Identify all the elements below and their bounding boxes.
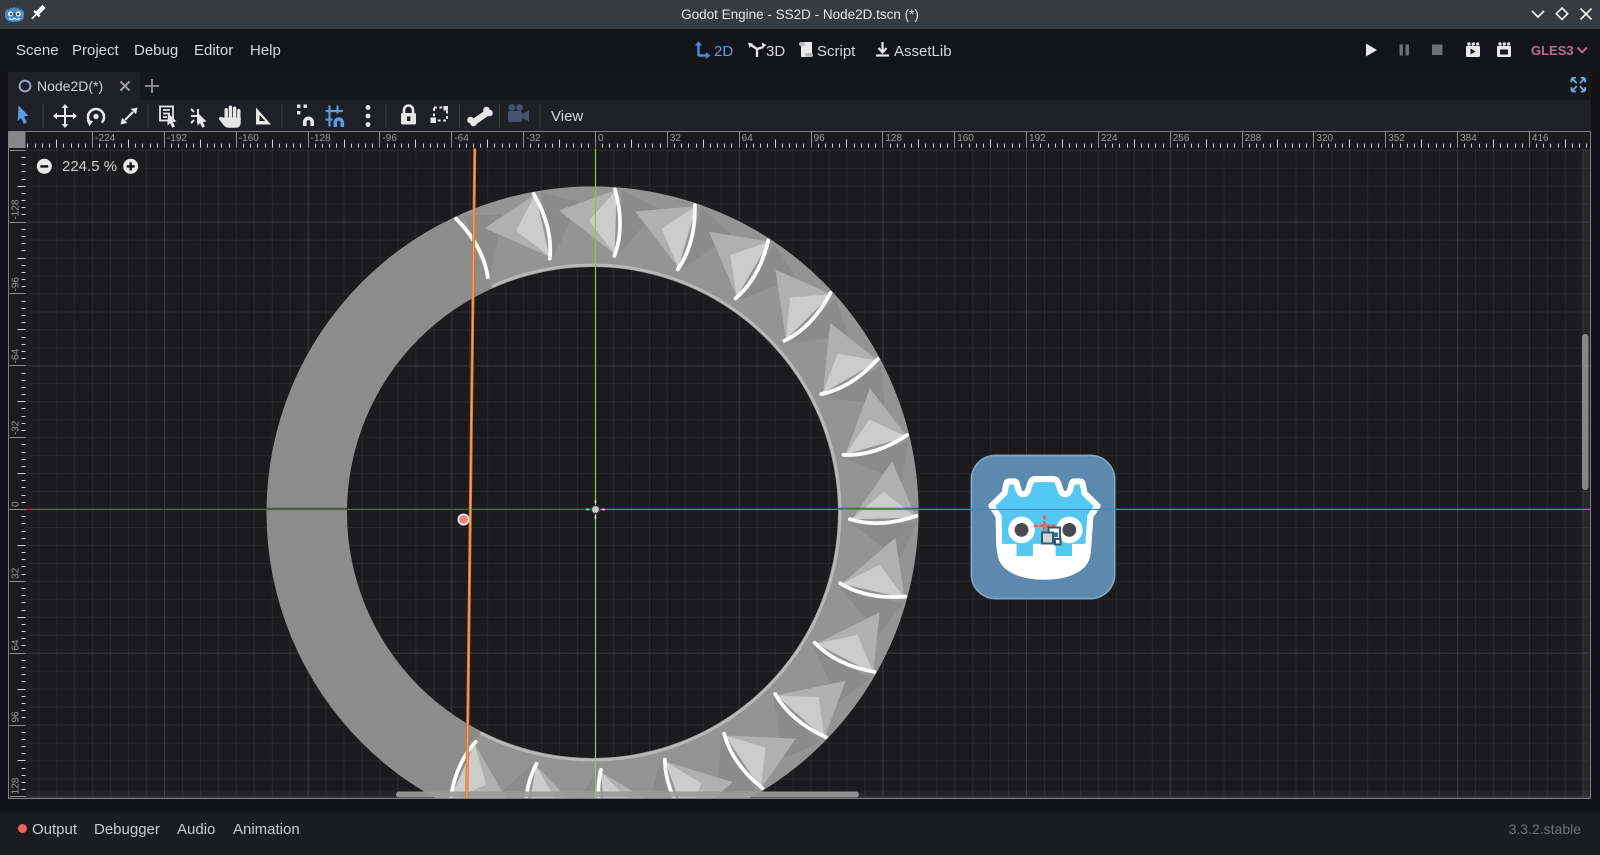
svg-text:96: 96 bbox=[814, 133, 826, 144]
svg-text:192: 192 bbox=[1029, 133, 1046, 144]
svg-text:416: 416 bbox=[1532, 133, 1549, 144]
svg-text:384: 384 bbox=[1460, 133, 1477, 144]
svg-text:320: 320 bbox=[1316, 133, 1333, 144]
svg-text:-192: -192 bbox=[167, 133, 187, 144]
svg-text:Audio: Audio bbox=[177, 821, 215, 838]
svg-text:128: 128 bbox=[885, 133, 902, 144]
svg-text:2D: 2D bbox=[714, 43, 733, 60]
svg-text:32: 32 bbox=[11, 567, 22, 579]
svg-text:AssetLib: AssetLib bbox=[894, 43, 952, 60]
svg-text:-160: -160 bbox=[239, 133, 259, 144]
svg-text:Editor: Editor bbox=[194, 42, 233, 59]
svg-text:0: 0 bbox=[11, 501, 22, 507]
svg-text:32: 32 bbox=[670, 133, 682, 144]
svg-text:160: 160 bbox=[957, 133, 974, 144]
svg-text:0: 0 bbox=[598, 133, 604, 144]
svg-text:64: 64 bbox=[11, 639, 22, 651]
svg-text:Script: Script bbox=[817, 43, 856, 60]
svg-text:-64: -64 bbox=[454, 133, 469, 144]
svg-text:128: 128 bbox=[11, 777, 22, 794]
svg-text:Output: Output bbox=[32, 821, 78, 838]
svg-text:-128: -128 bbox=[311, 133, 331, 144]
svg-text:View: View bbox=[551, 108, 583, 125]
svg-text:288: 288 bbox=[1245, 133, 1262, 144]
svg-text:-96: -96 bbox=[382, 133, 397, 144]
svg-text:-32: -32 bbox=[526, 133, 541, 144]
svg-text:64: 64 bbox=[742, 133, 754, 144]
svg-text:Animation: Animation bbox=[233, 821, 300, 838]
svg-text:224.5 %: 224.5 % bbox=[62, 158, 117, 175]
svg-text:-128: -128 bbox=[11, 199, 22, 219]
svg-text:96: 96 bbox=[11, 711, 22, 723]
svg-text:Project: Project bbox=[72, 42, 120, 59]
svg-text:352: 352 bbox=[1388, 133, 1405, 144]
svg-text:GLES3: GLES3 bbox=[1531, 43, 1574, 58]
svg-text:3D: 3D bbox=[766, 43, 785, 60]
svg-text:224: 224 bbox=[1101, 133, 1118, 144]
svg-text:Debug: Debug bbox=[134, 42, 178, 59]
svg-text:Node2D(*): Node2D(*) bbox=[37, 78, 103, 94]
svg-text:-32: -32 bbox=[11, 420, 22, 435]
svg-text:-96: -96 bbox=[11, 277, 22, 292]
svg-text:3.3.2.stable: 3.3.2.stable bbox=[1509, 821, 1582, 837]
svg-text:-64: -64 bbox=[11, 348, 22, 363]
svg-text:256: 256 bbox=[1173, 133, 1190, 144]
svg-text:Debugger: Debugger bbox=[94, 821, 160, 838]
svg-text:Godot Engine - SS2D - Node2D.t: Godot Engine - SS2D - Node2D.tscn (*) bbox=[681, 7, 919, 22]
svg-text:Scene: Scene bbox=[16, 42, 59, 59]
svg-text:Help: Help bbox=[250, 42, 281, 59]
svg-text:-224: -224 bbox=[95, 133, 115, 144]
